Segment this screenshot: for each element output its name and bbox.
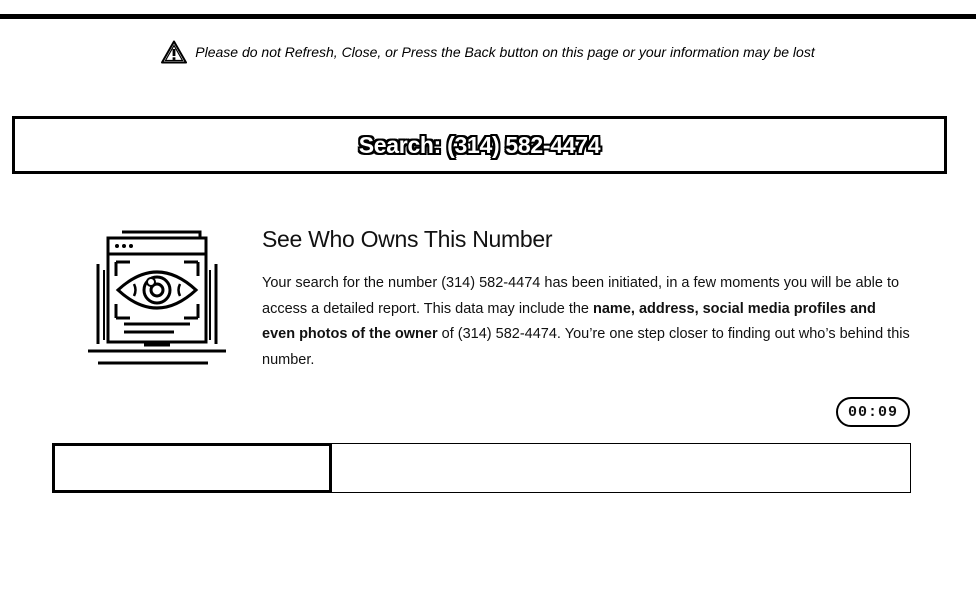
progress-fill	[53, 444, 332, 492]
result-content: See Who Owns This Number Your search for…	[262, 226, 912, 374]
search-banner: Search: (314) 582-4474	[12, 116, 947, 174]
warning-text: Please do not Refresh, Close, or Press t…	[195, 44, 815, 60]
timer-value: 00:09	[847, 403, 898, 421]
warning-triangle-icon	[161, 40, 188, 64]
result-heading: See Who Owns This Number	[262, 226, 553, 252]
warning-banner: Please do not Refresh, Close, or Press t…	[0, 40, 976, 64]
countdown-timer: 00:09	[836, 397, 910, 427]
top-rule	[0, 14, 976, 19]
laptop-eye-icon	[84, 224, 230, 370]
search-title: Search: (314) 582-4474	[358, 131, 601, 158]
progress-bar	[52, 443, 911, 493]
result-description: Your search for the number (314) 582-447…	[262, 271, 912, 374]
